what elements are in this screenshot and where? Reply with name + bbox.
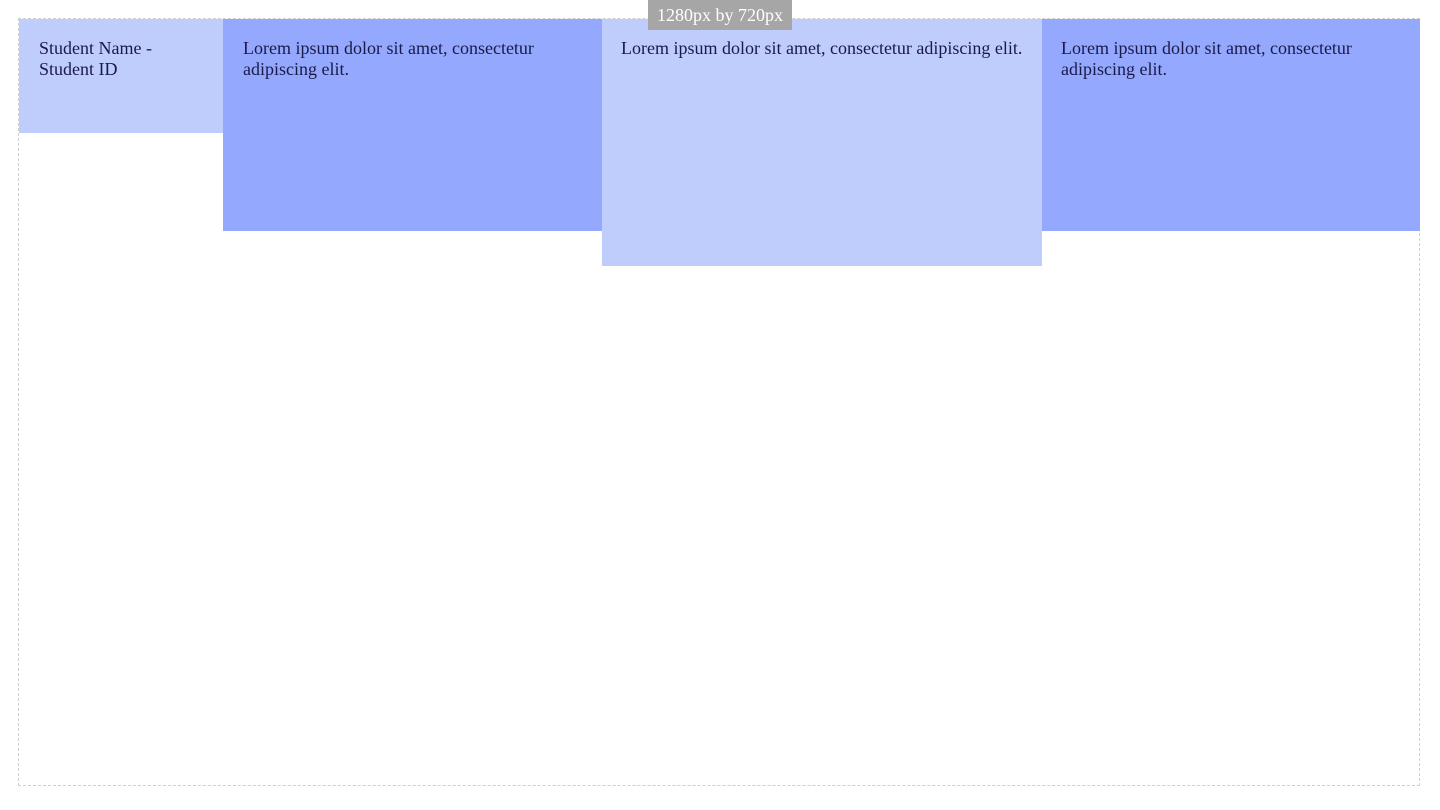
student-info-text: Student Name - Student ID bbox=[39, 38, 152, 79]
content-block-1-text: Lorem ipsum dolor sit amet, consectetur … bbox=[243, 38, 534, 79]
content-block-2: Lorem ipsum dolor sit amet, consectetur … bbox=[602, 19, 1042, 266]
size-badge: 1280px by 720px bbox=[648, 0, 792, 30]
content-block-3: Lorem ipsum dolor sit amet, consectetur … bbox=[1042, 19, 1420, 231]
content-block-1: Lorem ipsum dolor sit amet, consectetur … bbox=[223, 19, 602, 231]
content-block-2-text: Lorem ipsum dolor sit amet, consectetur … bbox=[621, 38, 1023, 58]
student-info-block: Student Name - Student ID bbox=[19, 19, 223, 133]
content-block-3-text: Lorem ipsum dolor sit amet, consectetur … bbox=[1061, 38, 1352, 79]
